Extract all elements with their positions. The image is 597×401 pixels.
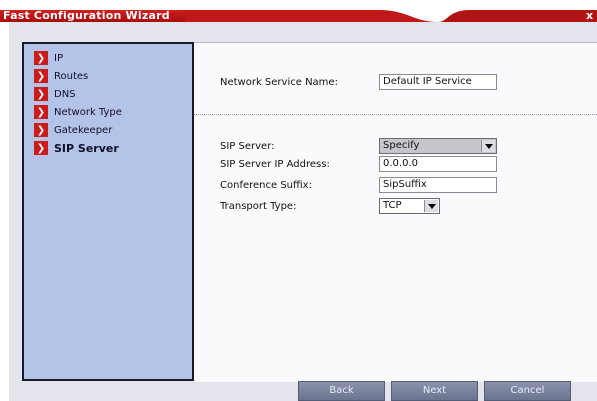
- cancel-button[interactable]: Cancel: [484, 381, 571, 401]
- sidebar-item-gatekeeper[interactable]: ❯ Gatekeeper: [34, 122, 112, 138]
- next-button[interactable]: Next: [391, 381, 478, 401]
- sidebar-item-label: Gatekeeper: [54, 124, 113, 136]
- network-service-name-label: Network Service Name:: [220, 77, 338, 88]
- title-bar-curve: [378, 10, 470, 22]
- chevron-right-icon: ❯: [34, 87, 48, 101]
- sip-server-selected-value: Specify: [383, 140, 420, 151]
- chevron-right-icon: ❯: [34, 123, 48, 137]
- chevron-down-icon[interactable]: [424, 200, 438, 212]
- sip-server-label: SIP Server:: [220, 141, 275, 152]
- wizard-step-sidebar: ❯ IP ❯ Routes ❯ DNS ❯ Network Type ❯ Gat…: [22, 42, 194, 381]
- sidebar-item-dns[interactable]: ❯ DNS: [34, 86, 76, 102]
- conference-suffix-field[interactable]: SipSuffix: [379, 177, 497, 193]
- sidebar-item-label: SIP Server: [54, 141, 119, 155]
- sip-server-select[interactable]: Specify: [379, 138, 497, 154]
- transport-type-selected-value: TCP: [383, 200, 402, 211]
- chevron-down-icon[interactable]: [481, 140, 495, 152]
- sidebar-item-routes[interactable]: ❯ Routes: [34, 68, 88, 84]
- sidebar-item-network-type[interactable]: ❯ Network Type: [34, 104, 122, 120]
- sidebar-item-ip[interactable]: ❯ IP: [34, 50, 63, 66]
- window-title: Fast Configuration Wizard: [3, 9, 170, 22]
- chevron-right-icon: ❯: [34, 141, 48, 155]
- sip-server-ip-field[interactable]: 0.0.0.0: [379, 156, 497, 172]
- chevron-right-icon: ❯: [34, 105, 48, 119]
- conference-suffix-label: Conference Suffix:: [220, 180, 312, 191]
- sip-server-ip-label: SIP Server IP Address:: [220, 159, 330, 170]
- back-button[interactable]: Back: [298, 381, 385, 401]
- section-divider: [194, 114, 597, 115]
- sidebar-item-label: DNS: [54, 88, 76, 100]
- sidebar-item-label: IP: [54, 52, 63, 64]
- network-service-name-field[interactable]: Default IP Service: [379, 74, 497, 90]
- title-bar-right-band: [470, 10, 597, 22]
- sidebar-item-label: Network Type: [54, 106, 122, 118]
- transport-type-label: Transport Type:: [220, 201, 297, 212]
- close-button[interactable]: x: [586, 10, 593, 22]
- title-bar: Fast Configuration Wizard x: [0, 0, 597, 22]
- sidebar-item-label: Routes: [54, 70, 89, 82]
- sidebar-item-sip-server[interactable]: ❯ SIP Server: [34, 140, 119, 156]
- transport-type-select[interactable]: TCP: [379, 198, 440, 214]
- chevron-right-icon: ❯: [34, 69, 48, 83]
- chevron-right-icon: ❯: [34, 51, 48, 65]
